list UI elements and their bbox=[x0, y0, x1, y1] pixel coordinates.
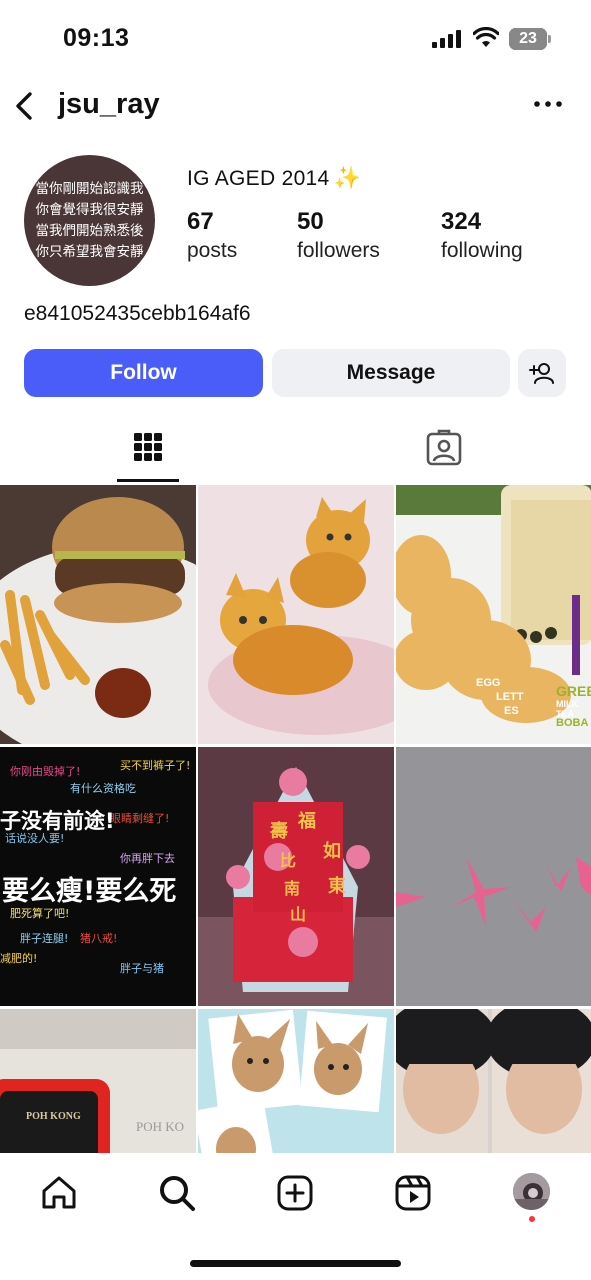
post-caption: BOBA bbox=[556, 717, 589, 729]
add-user-icon bbox=[529, 363, 554, 384]
battery-level: 23 bbox=[509, 28, 547, 50]
svg-text:胖子与猪: 胖子与猪 bbox=[120, 962, 164, 975]
post-caption: 子没有前途! bbox=[0, 809, 115, 833]
post-caption: POH KO bbox=[136, 1119, 185, 1134]
battery-icon: 23 bbox=[509, 28, 551, 50]
stat-following-label: following bbox=[441, 239, 523, 262]
posts-grid: EGG LETT ES GREEN MILK TEA BOBA 你刚由毁掉了! … bbox=[0, 485, 591, 1153]
tagged-icon bbox=[426, 429, 462, 466]
svg-text:眼睛剩缝了!: 眼睛剩缝了! bbox=[110, 811, 169, 825]
svg-text:胖子连腿!: 胖子连腿! bbox=[20, 932, 68, 945]
bio-title: IG AGED 2014 ✨ bbox=[187, 165, 361, 191]
post-thumbnail-burger[interactable] bbox=[0, 485, 196, 744]
post-thumbnail-kittens[interactable] bbox=[198, 485, 394, 744]
post-image bbox=[396, 747, 591, 1006]
svg-text:你再胖下去: 你再胖下去 bbox=[120, 852, 175, 865]
stat-followers-label: followers bbox=[297, 239, 380, 262]
stat-following[interactable]: 324 following bbox=[441, 207, 523, 265]
stat-followers[interactable]: 50 followers bbox=[297, 207, 380, 265]
avatar[interactable]: 當你剛開始認識我 你會覺得我很安靜 當我們開始熟悉後 你只希望我會安靜 bbox=[24, 155, 155, 286]
post-thumbnail-chihuahua[interactable] bbox=[198, 1009, 394, 1153]
stat-followers-value: 50 bbox=[297, 208, 324, 235]
svg-text:有什么资格吃: 有什么资格吃 bbox=[70, 781, 136, 795]
stat-posts[interactable]: 67 posts bbox=[187, 207, 237, 265]
svg-text:减肥的!: 减肥的! bbox=[0, 951, 37, 965]
avatar-thumbnail bbox=[513, 1173, 550, 1210]
bio-text: e841052435cebb164af6 bbox=[24, 302, 251, 325]
stat-following-value: 324 bbox=[441, 208, 482, 235]
post-caption: 山 bbox=[290, 905, 307, 924]
follow-button[interactable]: Follow bbox=[24, 349, 263, 397]
post-thumbnail-red-box[interactable]: POH KONG POH KO bbox=[0, 1009, 196, 1153]
more-horizontal-icon[interactable] bbox=[532, 92, 564, 116]
post-image bbox=[0, 485, 196, 744]
notification-dot bbox=[529, 1216, 535, 1222]
post-caption: EGG bbox=[476, 677, 501, 689]
avatar-text-line: 你只希望我會安靜 bbox=[35, 243, 144, 260]
svg-text:猪八戒!: 猪八戒! bbox=[80, 932, 117, 945]
svg-text:你刚由毁掉了!: 你刚由毁掉了! bbox=[10, 764, 80, 778]
post-image bbox=[198, 485, 394, 744]
post-caption: 東 bbox=[328, 876, 346, 897]
post-image bbox=[396, 1009, 591, 1153]
avatar-text-line: 當你剛開始認識我 bbox=[35, 180, 144, 197]
post-thumbnail-text-poster[interactable]: 你刚由毁掉了! 买不到裤子了! 有什么资格吃 眼睛剩缝了! 话说没人要! 你再胖… bbox=[0, 747, 196, 1006]
add-user-button[interactable] bbox=[518, 349, 566, 397]
bottom-nav bbox=[0, 1155, 591, 1245]
post-thumbnail-egg-waffle[interactable]: EGG LETT ES GREEN MILK TEA BOBA bbox=[396, 485, 591, 744]
post-image bbox=[198, 1009, 394, 1153]
post-caption: 如 bbox=[323, 841, 341, 862]
post-caption: 南 bbox=[284, 879, 301, 898]
active-tab-indicator bbox=[117, 479, 179, 482]
create-icon[interactable] bbox=[275, 1173, 315, 1213]
post-caption: 比 bbox=[280, 851, 297, 870]
stat-posts-value: 67 bbox=[187, 208, 214, 235]
post-caption: MILK TEA bbox=[556, 699, 578, 719]
sparkle-icon: ✨ bbox=[333, 165, 362, 190]
post-caption: LETT bbox=[496, 691, 524, 703]
profile-username: jsu_ray bbox=[58, 88, 160, 120]
reels-icon[interactable] bbox=[393, 1173, 433, 1213]
home-indicator[interactable] bbox=[190, 1260, 401, 1267]
home-icon[interactable] bbox=[39, 1173, 79, 1213]
profile-tabs bbox=[0, 420, 591, 482]
post-caption: 壽 bbox=[270, 821, 288, 842]
svg-text:买不到裤子了!: 买不到裤子了! bbox=[120, 758, 190, 772]
post-thumbnail-red-envelope[interactable]: 福 如 東 壽 比 南 山 bbox=[198, 747, 394, 1006]
search-icon[interactable] bbox=[157, 1173, 197, 1213]
post-caption: ES bbox=[504, 705, 519, 717]
profile-header: jsu_ray bbox=[0, 80, 591, 132]
profile-avatar-icon[interactable] bbox=[513, 1173, 550, 1210]
grid-icon bbox=[134, 433, 162, 461]
post-caption: 福 bbox=[298, 811, 316, 832]
tab-tagged[interactable] bbox=[413, 420, 475, 482]
avatar-text-line: 你會覺得我很安靜 bbox=[35, 201, 144, 218]
tab-posts-grid[interactable] bbox=[117, 420, 179, 482]
avatar-text-line: 當我們開始熟悉後 bbox=[35, 222, 144, 239]
status-time: 09:13 bbox=[63, 24, 130, 52]
svg-text:肥死算了吧!: 肥死算了吧! bbox=[10, 906, 69, 920]
signal-icon bbox=[432, 30, 461, 48]
post-caption: 要么瘦!要么死 bbox=[2, 876, 177, 907]
status-bar: 09:13 23 bbox=[0, 0, 591, 80]
wifi-icon bbox=[473, 27, 499, 47]
stat-posts-label: posts bbox=[187, 239, 238, 262]
message-button[interactable]: Message bbox=[272, 349, 510, 397]
bio-title-text: IG AGED 2014 bbox=[187, 167, 330, 190]
post-caption: POH KONG bbox=[26, 1111, 81, 1122]
post-thumbnail-flowers[interactable] bbox=[396, 747, 591, 1006]
post-caption: GREEN bbox=[556, 683, 591, 699]
post-thumbnail-selfie[interactable] bbox=[396, 1009, 591, 1153]
chevron-left-icon[interactable] bbox=[10, 86, 40, 126]
